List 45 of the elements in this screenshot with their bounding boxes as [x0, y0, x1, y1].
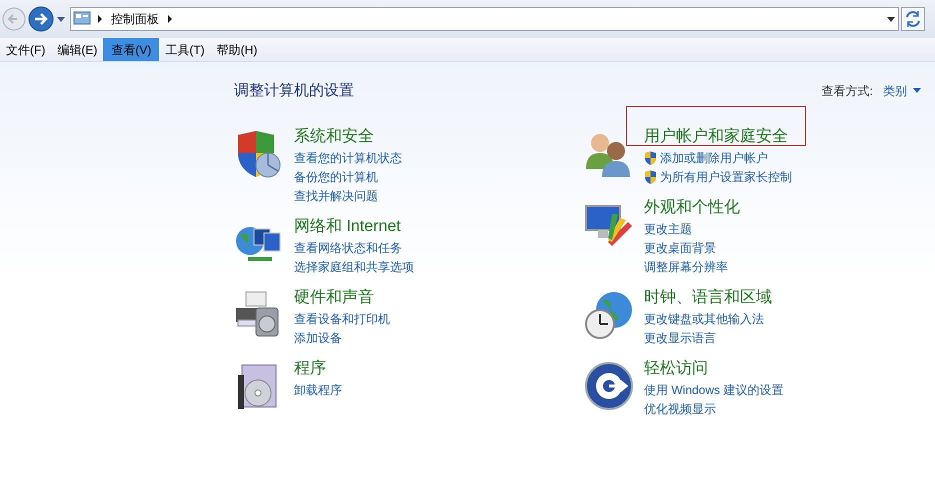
category-title-link[interactable]: 轻松访问 — [644, 360, 708, 376]
category-title-link[interactable]: 时钟、语言和区域 — [644, 288, 772, 306]
menu-item[interactable]: 帮助(H) — [210, 38, 264, 61]
view-by-label: 查看方式: — [822, 83, 873, 100]
task-link[interactable]: 查看网络状态和任务 — [294, 239, 402, 257]
category-title-link[interactable]: 硬件和声音 — [294, 288, 374, 306]
breadcrumb-arrow-icon[interactable] — [167, 15, 173, 23]
task-link[interactable]: 备份您的计算机 — [294, 168, 378, 186]
history-dropdown-icon[interactable] — [56, 15, 66, 23]
page-heading: 调整计算机的设置 — [234, 81, 354, 101]
access-category-icon[interactable] — [584, 360, 634, 410]
menu-item[interactable]: 编辑(E) — [51, 38, 104, 61]
menu-item[interactable]: 工具(T) — [159, 38, 211, 61]
refresh-button[interactable] — [901, 7, 925, 31]
task-link[interactable]: 为所有用户设置家长控制 — [660, 168, 792, 186]
breadcrumb[interactable]: 控制面板 — [111, 10, 159, 28]
task-link[interactable]: 调整屏幕分辨率 — [644, 258, 728, 276]
task-link[interactable]: 查看设备和打印机 — [294, 310, 390, 328]
clock-category-icon[interactable] — [584, 290, 634, 340]
forward-button[interactable] — [28, 6, 54, 32]
task-link[interactable]: 使用 Windows 建议的设置 — [644, 381, 784, 399]
task-link[interactable]: 卸载程序 — [294, 381, 342, 399]
menu-item[interactable]: 查看(V) — [103, 38, 160, 61]
category-title-link[interactable]: 系统和安全 — [294, 128, 374, 144]
category-title-link[interactable]: 网络和 Internet — [294, 218, 401, 234]
category-title-link[interactable]: 程序 — [294, 360, 326, 376]
menu-item[interactable]: 文件(F) — [0, 38, 52, 61]
task-link[interactable]: 更改桌面背景 — [644, 239, 716, 257]
task-link[interactable]: 添加设备 — [294, 329, 342, 347]
dropdown-arrow-icon — [913, 88, 921, 94]
task-link[interactable]: 更改显示语言 — [644, 329, 716, 347]
task-link[interactable]: 优化视频显示 — [644, 400, 716, 418]
control-panel-icon — [73, 11, 91, 27]
task-link[interactable]: 更改主题 — [644, 220, 692, 238]
view-by-dropdown[interactable]: 类别 — [883, 82, 921, 100]
address-dropdown-icon[interactable] — [886, 15, 896, 23]
task-link[interactable]: 查找并解决问题 — [294, 187, 378, 205]
address-bar[interactable]: 控制面板 — [70, 7, 899, 31]
breadcrumb-arrow-icon[interactable] — [97, 15, 103, 23]
task-link[interactable]: 选择家庭组和共享选项 — [294, 258, 414, 276]
task-link[interactable]: 添加或删除用户帐户 — [660, 149, 768, 167]
category-title-link[interactable]: 外观和个性化 — [644, 198, 740, 216]
category-title-link[interactable]: 用户帐户和家庭安全 — [644, 128, 788, 144]
task-link[interactable]: 更改键盘或其他输入法 — [644, 310, 764, 328]
task-link[interactable]: 查看您的计算机状态 — [294, 149, 402, 167]
